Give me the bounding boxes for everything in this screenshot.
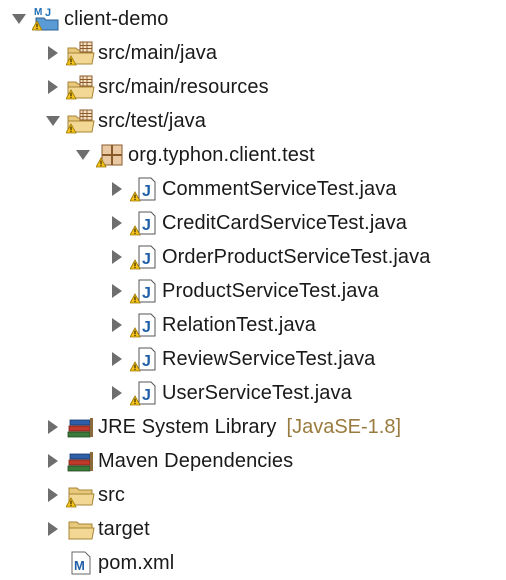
node-label: src <box>98 484 125 506</box>
collapsed-twisty-icon[interactable] <box>104 172 130 206</box>
node-label: pom.xml <box>98 552 175 574</box>
svg-text:J: J <box>142 285 151 302</box>
java-file-icon: J <box>130 308 162 342</box>
project-name: client-demo <box>64 8 169 30</box>
tree-node-java-file[interactable]: J OrderProductServiceTest.java <box>104 240 430 274</box>
svg-text:J: J <box>142 251 151 268</box>
node-label: Maven Dependencies <box>98 450 294 472</box>
node-label: UserServiceTest.java <box>162 382 352 404</box>
java-file-icon: J <box>130 274 162 308</box>
expanded-twisty-icon[interactable] <box>70 138 96 172</box>
svg-text:M: M <box>34 7 42 18</box>
tree-node-java-file[interactable]: J UserServiceTest.java <box>104 376 352 410</box>
node-label: JRE System Library <box>98 416 277 438</box>
java-file-icon: J <box>130 376 162 410</box>
collapsed-twisty-icon[interactable] <box>104 206 130 240</box>
source-folder-icon <box>66 104 98 138</box>
collapsed-twisty-icon[interactable] <box>104 308 130 342</box>
node-label: src/test/java <box>98 110 206 132</box>
collapsed-twisty-icon[interactable] <box>104 342 130 376</box>
collapsed-twisty-icon[interactable] <box>40 444 66 478</box>
collapsed-twisty-icon[interactable] <box>104 274 130 308</box>
svg-text:J: J <box>142 353 151 370</box>
maven-pom-icon: M <box>66 546 98 580</box>
node-label: src/main/java <box>98 42 218 64</box>
java-file-icon: J <box>130 240 162 274</box>
node-label: ReviewServiceTest.java <box>162 348 376 370</box>
svg-text:J: J <box>142 319 151 336</box>
collapsed-twisty-icon[interactable] <box>40 70 66 104</box>
node-label: OrderProductServiceTest.java <box>162 246 431 268</box>
source-folder-icon <box>66 70 98 104</box>
tree-node-maven-dependencies[interactable]: Maven Dependencies <box>40 444 293 478</box>
folder-icon <box>66 512 98 546</box>
jre-version-decoration: [JavaSE-1.8] <box>286 416 402 438</box>
tree-node-java-file[interactable]: J RelationTest.java <box>104 308 316 342</box>
node-label: ProductServiceTest.java <box>162 280 379 302</box>
svg-text:J: J <box>142 183 151 200</box>
tree-node-java-file[interactable]: J ReviewServiceTest.java <box>104 342 375 376</box>
tree-node-pom-file[interactable]: M pom.xml <box>40 546 174 580</box>
collapsed-twisty-icon[interactable] <box>104 376 130 410</box>
java-file-icon: J <box>130 342 162 376</box>
tree-node-target-folder[interactable]: target <box>40 512 150 546</box>
tree-node-package[interactable]: org.typhon.client.test <box>70 138 315 172</box>
tree-node-project[interactable]: M J client-demo <box>6 2 168 36</box>
tree-node-java-file[interactable]: J ProductServiceTest.java <box>104 274 379 308</box>
collapsed-twisty-icon[interactable] <box>40 512 66 546</box>
node-label: org.typhon.client.test <box>128 144 315 166</box>
tree-node-src-folder[interactable]: src <box>40 478 125 512</box>
node-label: CommentServiceTest.java <box>162 178 397 200</box>
library-icon <box>66 410 98 444</box>
tree-node-src-main-resources[interactable]: src/main/resources <box>40 70 269 104</box>
package-icon <box>96 138 128 172</box>
svg-text:M: M <box>74 558 85 573</box>
tree-node-java-file[interactable]: J CreditCardServiceTest.java <box>104 206 407 240</box>
collapsed-twisty-icon[interactable] <box>104 240 130 274</box>
collapsed-twisty-icon[interactable] <box>40 478 66 512</box>
tree-node-jre-library[interactable]: JRE System Library [JavaSE-1.8] <box>40 410 401 444</box>
node-label: RelationTest.java <box>162 314 317 336</box>
project-explorer-tree: M J client-demo src/main/java src/main/r… <box>0 0 506 580</box>
node-label: target <box>98 518 150 540</box>
expanded-twisty-icon[interactable] <box>6 2 32 36</box>
collapsed-twisty-icon[interactable] <box>40 36 66 70</box>
maven-project-icon: M J <box>32 2 64 36</box>
svg-text:J: J <box>142 217 151 234</box>
tree-node-src-main-java[interactable]: src/main/java <box>40 36 217 70</box>
library-icon <box>66 444 98 478</box>
tree-node-src-test-java[interactable]: src/test/java <box>40 104 206 138</box>
svg-text:J: J <box>45 7 51 19</box>
svg-text:J: J <box>142 387 151 404</box>
source-folder-icon <box>66 36 98 70</box>
node-label: src/main/resources <box>98 76 269 98</box>
expanded-twisty-icon[interactable] <box>40 104 66 138</box>
folder-icon <box>66 478 98 512</box>
tree-node-java-file[interactable]: J CommentServiceTest.java <box>104 172 397 206</box>
java-file-icon: J <box>130 172 162 206</box>
java-file-icon: J <box>130 206 162 240</box>
collapsed-twisty-icon[interactable] <box>40 410 66 444</box>
node-label: CreditCardServiceTest.java <box>162 212 407 234</box>
